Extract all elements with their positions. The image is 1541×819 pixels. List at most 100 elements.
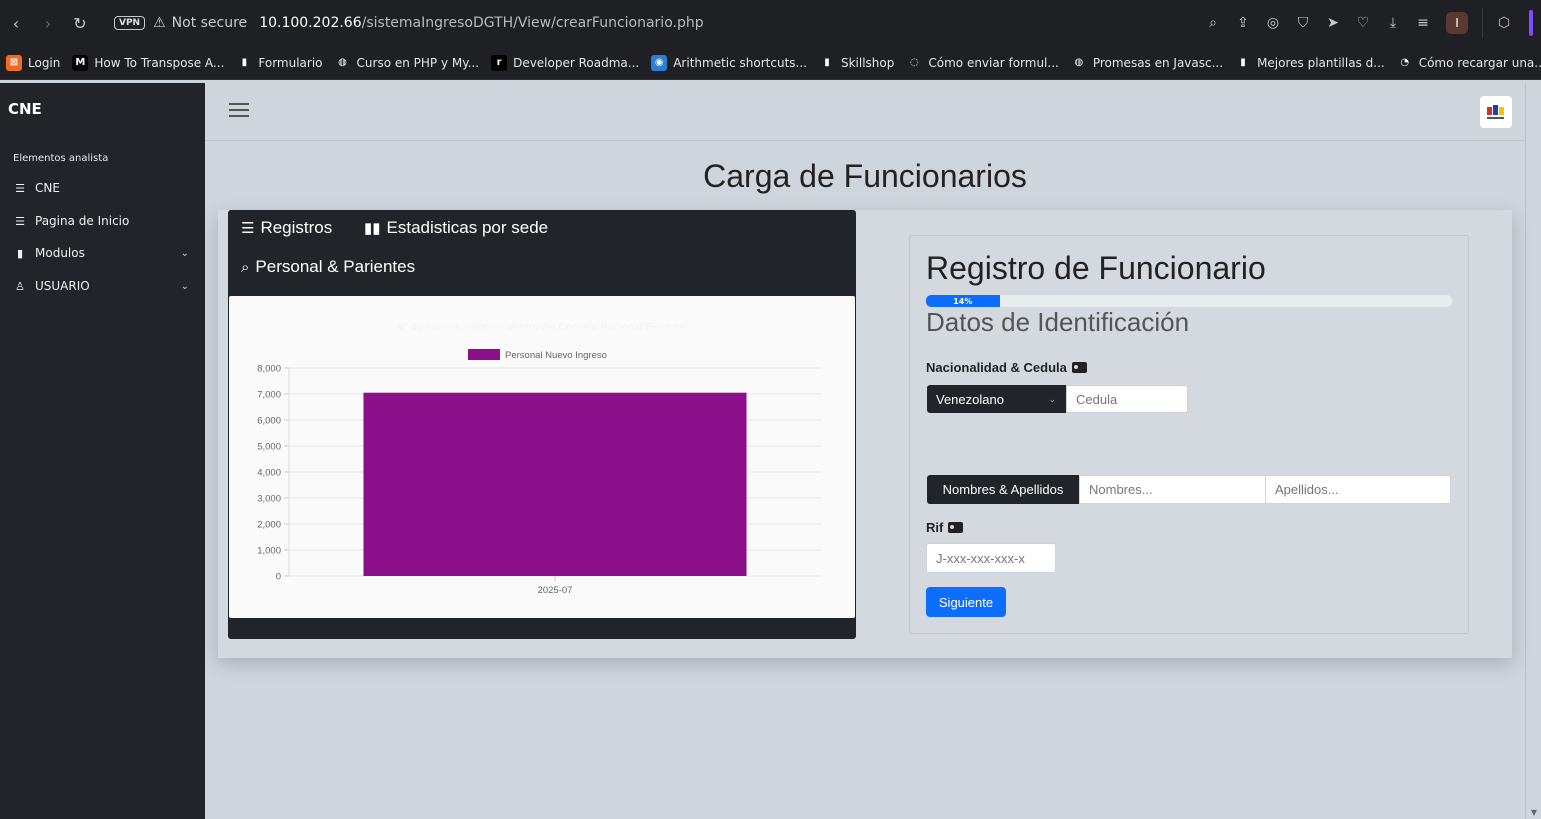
heart-icon[interactable]: ♡ bbox=[1348, 8, 1378, 38]
tab-registros[interactable]: ☰ Registros bbox=[241, 218, 332, 238]
y-tick-label: 2,000 bbox=[257, 520, 281, 531]
pie-icon: ◔ bbox=[1396, 54, 1413, 71]
sidebar-item-pagina-inicio[interactable]: ☰ Pagina de Inicio bbox=[13, 214, 193, 228]
bookmark-item[interactable]: ▮ Formulario bbox=[236, 54, 323, 71]
id-card-icon bbox=[948, 522, 964, 533]
hamburger-menu-icon[interactable] bbox=[229, 103, 249, 121]
bookmark-item[interactable]: ◍ Promesas en Javasc... bbox=[1070, 54, 1224, 71]
not-secure-label[interactable]: Not secure bbox=[172, 15, 248, 31]
page-title: Carga de Funcionarios bbox=[703, 158, 1027, 194]
digitalocean-icon: ◌ bbox=[906, 54, 923, 71]
toolbar-divider bbox=[1482, 8, 1483, 38]
chart-container: N° de nuevos ingresos dentro del Consejo… bbox=[229, 296, 855, 618]
robot-icon: ◉ bbox=[651, 54, 668, 71]
bookmark-label: Cómo enviar formul... bbox=[928, 55, 1059, 70]
bookmark-item[interactable]: ◉ Arithmetic shortcuts... bbox=[651, 54, 807, 71]
apellidos-input[interactable]: Apellidos... bbox=[1265, 475, 1451, 504]
toolbar-icons: ⌕ ⇪ ◎ ⛉ ➤ ♡ ⤓ ≡ I ⬡ bbox=[1198, 0, 1541, 46]
bookmark-item[interactable]: ◔ Cómo recargar una... bbox=[1396, 54, 1541, 71]
share-icon[interactable]: ⇪ bbox=[1228, 8, 1258, 38]
cne-logo bbox=[1480, 96, 1512, 128]
nacionalidad-label: Nacionalidad & Cedula bbox=[926, 360, 1087, 375]
bookmark-label: Developer Roadma... bbox=[513, 55, 640, 70]
menu-icon[interactable]: ≡ bbox=[1408, 8, 1438, 38]
list-icon: ☰ bbox=[15, 214, 25, 228]
vpn-badge[interactable]: VPN bbox=[114, 16, 146, 30]
user-icon: ♙ bbox=[15, 279, 25, 293]
chevron-down-icon: ⌄ bbox=[180, 247, 189, 259]
x-tick-label: 2025-07 bbox=[538, 585, 573, 596]
url-host: 10.100.202.66 bbox=[259, 15, 362, 31]
cedula-placeholder: Cedula bbox=[1076, 391, 1118, 407]
bookmark-item[interactable]: r Developer Roadma... bbox=[491, 54, 640, 71]
chart-title: N° de nuevos ingresos dentro del Consejo… bbox=[397, 322, 688, 333]
zoom-search-icon[interactable]: ⌕ bbox=[1198, 8, 1228, 38]
bar bbox=[363, 392, 747, 576]
reload-icon[interactable]: ↻ bbox=[64, 7, 96, 39]
y-tick-label: 1,000 bbox=[257, 546, 281, 557]
bookmark-item[interactable]: ◍ Curso en PHP y My... bbox=[334, 54, 480, 71]
tab-label: Personal & Parientes bbox=[255, 257, 416, 276]
cedula-input[interactable]: Cedula bbox=[1066, 385, 1188, 413]
shield-icon[interactable]: ⛉ bbox=[1288, 8, 1318, 38]
search-chart-icon: ⌕ bbox=[241, 258, 250, 276]
url-path: /sistemaIngresoDGTH/View/crearFuncionari… bbox=[361, 15, 704, 31]
file-icon: ▮ bbox=[16, 246, 24, 260]
bar-chart: N° de nuevos ingresos dentro del Consejo… bbox=[257, 322, 821, 596]
download-icon[interactable]: ⤓ bbox=[1378, 8, 1408, 38]
sidebar-item-usuario[interactable]: ♙ USUARIO ⌄ bbox=[13, 279, 193, 293]
y-tick-label: 4,000 bbox=[257, 468, 281, 479]
sidebar-item-label: USUARIO bbox=[35, 279, 90, 293]
nombres-apellidos-addon: Nombres & Apellidos bbox=[927, 475, 1079, 504]
brand-title[interactable]: CNE bbox=[8, 100, 42, 118]
nacionalidad-label-text: Nacionalidad & Cedula bbox=[926, 360, 1067, 375]
address-bar[interactable]: 10.100.202.66/sistemaIngresoDGTH/View/cr… bbox=[259, 15, 703, 31]
bookmark-label: Cómo recargar una... bbox=[1418, 55, 1541, 70]
sidebar-section-title: Elementos analista bbox=[13, 153, 109, 164]
bookmarks-bar: ⊠ Login M How To Transpose A... ▮ Formulario ◍… bbox=[0, 46, 1541, 80]
send-icon[interactable]: ➤ bbox=[1318, 8, 1348, 38]
bookmark-label: Curso en PHP y My... bbox=[356, 55, 480, 70]
nacionalidad-select[interactable]: Venezolano ⌄ bbox=[927, 385, 1066, 413]
progress-bar: 14% bbox=[926, 295, 1452, 307]
progress-fill: 14% bbox=[926, 295, 1000, 307]
nombres-input[interactable]: Nombres... bbox=[1079, 475, 1266, 504]
rif-input[interactable]: J-xxx-xxx-xxx-x bbox=[926, 543, 1056, 573]
sidebar-item-cne[interactable]: ☰ CNE bbox=[13, 181, 193, 195]
rif-placeholder: J-xxx-xxx-xxx-x bbox=[936, 550, 1025, 566]
bookmark-label: Promesas en Javasc... bbox=[1092, 55, 1224, 70]
warning-icon[interactable]: ⚠ bbox=[153, 15, 166, 31]
bookmark-item[interactable]: ⊠ Login bbox=[6, 54, 61, 71]
bookmark-item[interactable]: ◌ Cómo enviar formul... bbox=[906, 54, 1059, 71]
bookmark-item[interactable]: ▮ Mejores plantillas d... bbox=[1235, 54, 1385, 71]
bookmark-item[interactable]: ▮ Skillshop bbox=[818, 54, 894, 71]
y-tick-label: 5,000 bbox=[257, 442, 281, 453]
tab-label: Registros bbox=[260, 218, 333, 237]
sidebar: CNE Elementos analista ☰ CNE ☰ Pagina de… bbox=[0, 83, 205, 819]
profile-avatar[interactable]: I bbox=[1446, 12, 1468, 34]
sidebar-item-modulos[interactable]: ▮ Modulos ⌄ bbox=[13, 246, 193, 260]
bookmark-item[interactable]: M How To Transpose A... bbox=[72, 54, 224, 71]
bar-chart-icon: ▮▮ bbox=[364, 220, 381, 237]
page-scrollbar[interactable]: ▼ bbox=[1525, 83, 1541, 819]
scroll-down-icon[interactable]: ▼ bbox=[1531, 808, 1537, 817]
globe-icon: ◍ bbox=[1070, 54, 1087, 71]
sidebar-indicator bbox=[1529, 10, 1533, 36]
y-tick-label: 0 bbox=[276, 572, 281, 583]
cube-icon[interactable]: ⬡ bbox=[1489, 8, 1519, 38]
camera-icon[interactable]: ◎ bbox=[1258, 8, 1288, 38]
legend-swatch bbox=[468, 349, 500, 360]
document-icon: ▮ bbox=[1235, 54, 1252, 71]
list-icon: ☰ bbox=[15, 181, 25, 195]
tab-estadisticas[interactable]: ▮▮ Estadisticas por sede bbox=[364, 218, 548, 238]
tab-label: Estadisticas por sede bbox=[386, 218, 549, 237]
forward-icon[interactable]: › bbox=[32, 7, 64, 39]
xampp-icon: ⊠ bbox=[6, 54, 22, 71]
back-icon[interactable]: ‹ bbox=[0, 7, 32, 39]
tab-personal-parientes[interactable]: ⌕ Personal & Parientes bbox=[241, 257, 415, 277]
bookmark-label: Arithmetic shortcuts... bbox=[673, 55, 807, 70]
siguiente-button[interactable]: Siguiente bbox=[926, 587, 1006, 617]
bookmark-label: Login bbox=[28, 55, 61, 70]
y-tick-label: 3,000 bbox=[257, 494, 281, 505]
document-icon: ▮ bbox=[236, 54, 253, 71]
